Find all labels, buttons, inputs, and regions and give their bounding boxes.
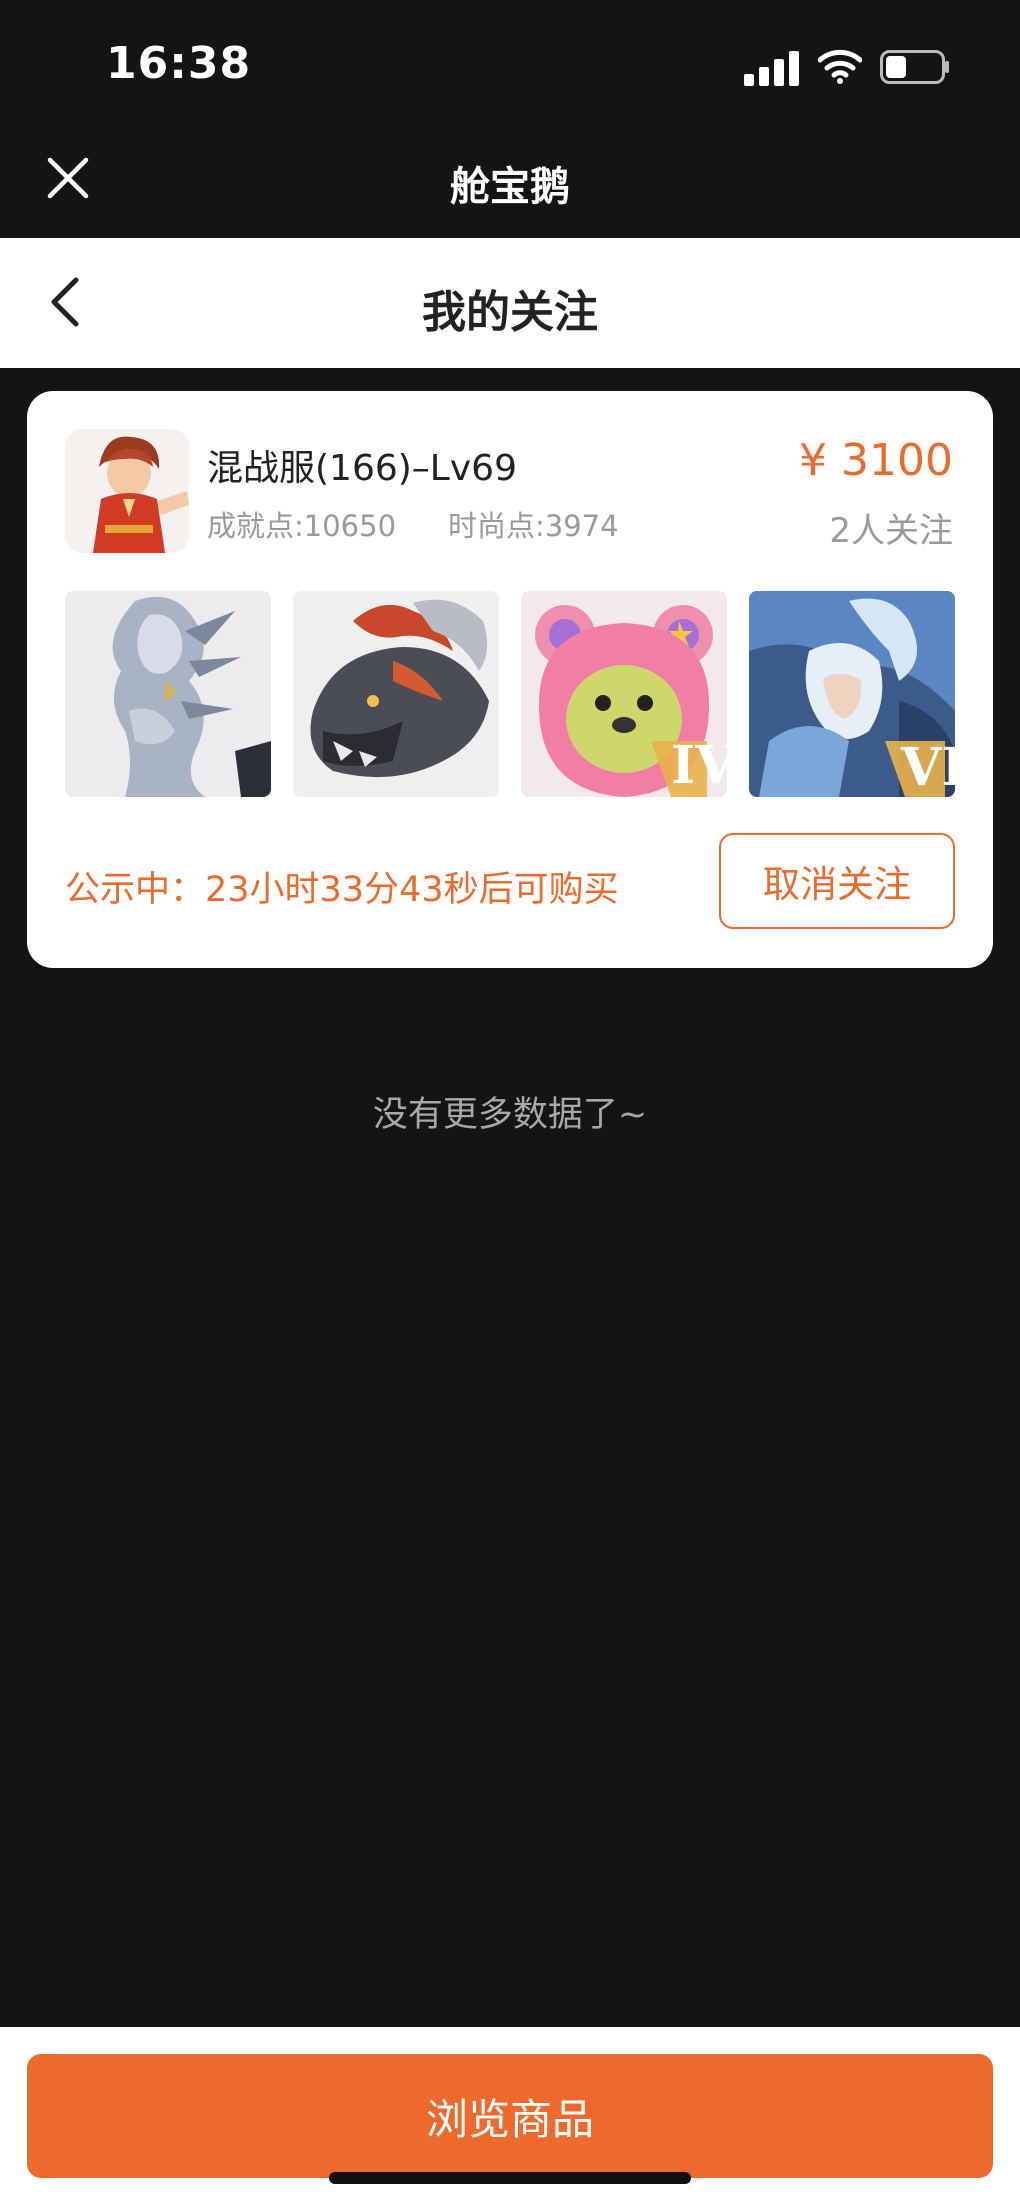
ice-dragon-rider-icon: VI [749,591,955,797]
listing-price: ¥ 3100 [799,435,953,486]
unfollow-button[interactable]: 取消关注 [719,833,955,929]
thumbnail[interactable]: VI [749,591,955,797]
follower-count: 2人关注 [829,511,953,551]
status-time: 16:38 [106,38,252,89]
mini-app-bar: 舱宝鹅 [0,132,1020,238]
fashion-points: 时尚点:3974 [448,509,619,543]
home-indicator [329,2172,691,2184]
app-title: 舱宝鹅 [450,164,570,210]
pink-bear-icon: IV [521,591,727,797]
rank-badge-text: IV [671,735,727,796]
publicity-countdown: 公示中：23小时33分43秒后可购买 [65,870,619,910]
screen: 16:38 舱宝鹅 我的关注 混战服(166)–Lv69 成就点:10650 时… [0,0,1020,2207]
no-more-data-hint: 没有更多数据了~ [372,1095,648,1135]
page-title: 我的关注 [422,287,598,338]
page-header: 我的关注 [0,238,1020,368]
character-avatar [65,429,189,553]
listing-card[interactable]: 混战服(166)–Lv69 成就点:10650 时尚点:3974 ¥ 3100 2… [27,391,993,968]
status-bar: 16:38 [0,0,1020,132]
listing-title: 混战服(166)–Lv69 [207,448,517,489]
thumbnail[interactable] [65,591,271,797]
silver-dragon-icon [65,591,271,797]
thumbnail[interactable]: IV [521,591,727,797]
wifi-icon [818,49,862,84]
achievement-points: 成就点:10650 [207,509,397,543]
battery-icon [880,50,949,84]
dark-red-dragon-icon [293,591,499,797]
character-portrait-icon [65,429,189,553]
signal-icon [744,50,800,86]
listing-stats: 成就点:10650 时尚点:3974 [207,503,619,545]
thumbnail[interactable] [293,591,499,797]
browse-products-button[interactable]: 浏览商品 [27,2054,993,2178]
thumbnail-row: IV VI [65,591,955,797]
rank-badge-text: VI [900,737,955,797]
